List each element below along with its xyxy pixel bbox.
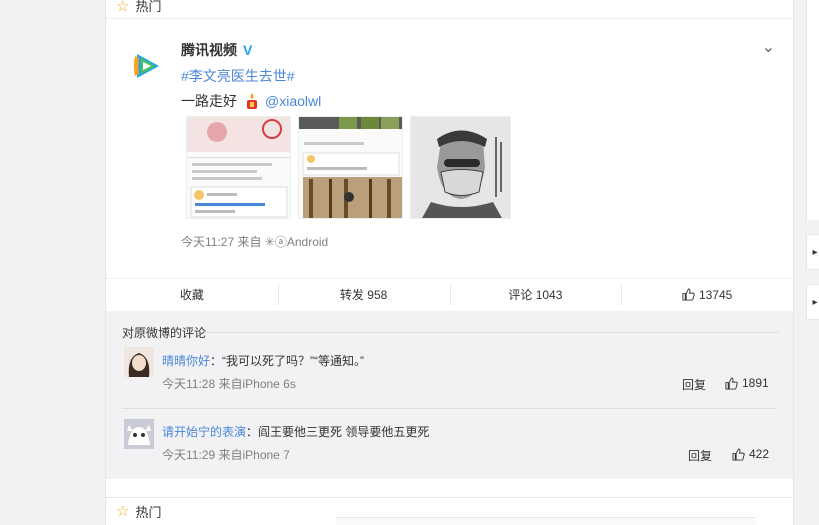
comments-panel: 对原微博的评论 晴晴你好：“我可以死了吗？”“等通知。” 今天11:28 来自i… — [106, 311, 793, 479]
comment-count: 1043 — [535, 287, 563, 302]
collect-button[interactable]: 收藏 — [106, 279, 278, 310]
tencent-video-logo-icon — [134, 54, 159, 78]
like-button[interactable]: 13745 — [621, 279, 793, 310]
comments-title: 对原微博的评论 — [122, 326, 207, 340]
bottom-toolbar — [336, 517, 756, 525]
candle-icon — [247, 93, 257, 109]
collect-label: 收藏 — [179, 288, 204, 302]
side-tab-1[interactable]: ▸ — [806, 234, 819, 270]
comment-like-count: 1891 — [742, 376, 769, 390]
divider — [122, 408, 777, 409]
post-image-2[interactable] — [298, 116, 403, 219]
comment-label: 评论 — [508, 288, 533, 302]
comment-like-button[interactable]: 422 — [732, 447, 769, 461]
comment-separator: ： — [210, 354, 223, 368]
comment-separator: ： — [246, 425, 259, 439]
thumbs-up-icon — [725, 376, 738, 390]
weibo-card: ☆ 热门 腾讯视频 V ⌄ #李文亮医生去世# 一路走好 @xiaolwl 今天… — [105, 0, 794, 512]
section-title: 热门 — [135, 0, 162, 14]
comment-text: 阎王要他三更死 领导要他五更死 — [258, 425, 430, 439]
post-image-3[interactable] — [410, 116, 511, 219]
side-tab-2[interactable]: ▸ — [806, 284, 819, 320]
mention-link[interactable]: @xiaolwl — [265, 93, 321, 109]
comment-avatar[interactable] — [124, 347, 154, 377]
action-bar: 收藏 转发 958 评论 1043 13745 — [106, 278, 793, 310]
comment-item: 请开始宁的表演：阎王要他三更死 领导要他五更死 今天11:29 来自iPhone… — [122, 419, 777, 479]
reply-button[interactable]: 回复 — [682, 376, 706, 393]
comment-body: 晴晴你好：“我可以死了吗？”“等通知。” — [162, 352, 364, 369]
verified-icon: V — [243, 42, 253, 58]
star-icon: ☆ — [116, 0, 130, 15]
chevron-down-icon[interactable]: ⌄ — [762, 37, 775, 57]
comment-body: 请开始宁的表演：阎王要他三更死 领导要他五更死 — [162, 423, 429, 440]
post-images — [186, 116, 511, 219]
comment-avatar[interactable] — [124, 419, 154, 449]
repost-button[interactable]: 转发 958 — [277, 279, 450, 310]
right-side-panel — [806, 0, 819, 220]
commenter-name[interactable]: 晴晴你好 — [162, 354, 210, 368]
comment-meta: 今天11:28 来自iPhone 6s — [162, 377, 296, 391]
comment-like-button[interactable]: 1891 — [725, 376, 769, 390]
thumbs-up-icon — [682, 288, 695, 301]
section-header: ☆ 热门 — [106, 0, 793, 19]
star-icon: ☆ — [116, 503, 130, 520]
section-title: 热门 — [135, 504, 162, 520]
comment-like-count: 422 — [749, 447, 770, 461]
post-text-prefix: 一路走好 — [181, 93, 237, 109]
reply-button[interactable]: 回复 — [688, 447, 712, 464]
divider — [206, 332, 779, 333]
author-name-text[interactable]: 腾讯视频 — [181, 40, 237, 60]
author-name[interactable]: 腾讯视频 V — [181, 40, 252, 60]
author-avatar[interactable] — [129, 46, 169, 86]
like-count: 13745 — [698, 287, 733, 302]
comment-text: “我可以死了吗？”“等通知。” — [222, 354, 365, 368]
post-topic[interactable]: #李文亮医生去世# — [181, 66, 295, 86]
comment-meta: 今天11:29 来自iPhone 7 — [162, 448, 290, 462]
comment-item: 晴晴你好：“我可以死了吗？”“等通知。” 今天11:28 来自iPhone 6s… — [122, 347, 777, 407]
post-image-1[interactable] — [186, 116, 291, 219]
post-meta: 今天11:27 来自 ✳ⓐAndroid — [181, 235, 329, 249]
repost-label: 转发 — [339, 288, 364, 302]
commenter-name[interactable]: 请开始宁的表演 — [162, 425, 246, 439]
post-text: 一路走好 @xiaolwl — [181, 91, 321, 111]
thumbs-up-icon — [732, 447, 745, 461]
repost-count: 958 — [367, 287, 388, 302]
comment-button[interactable]: 评论 1043 — [449, 279, 622, 310]
